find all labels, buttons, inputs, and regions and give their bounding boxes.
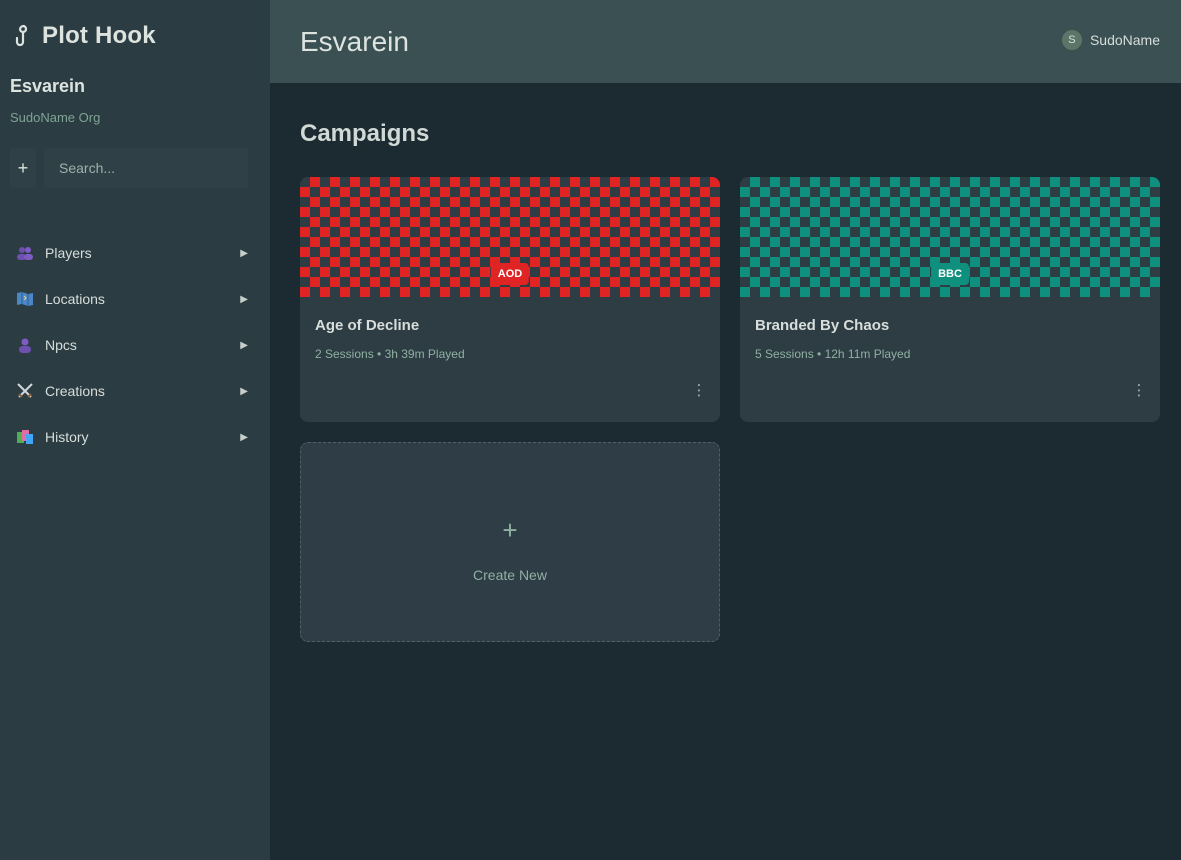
- npc-icon: [15, 335, 35, 355]
- search-input[interactable]: [44, 148, 248, 188]
- create-new-label: Create New: [473, 567, 547, 583]
- create-new-card[interactable]: + Create New: [300, 442, 720, 642]
- more-options-icon[interactable]: ⋮: [1132, 381, 1147, 399]
- avatar: S: [1061, 30, 1082, 50]
- swords-icon: [15, 381, 35, 401]
- world-name: Esvarein: [10, 76, 86, 96]
- sidebar: Plot Hook Esvarein SudoName Org + Player…: [0, 0, 270, 860]
- brand[interactable]: Plot Hook: [12, 22, 156, 50]
- sidebar-nav: Players ▶ Locations ▶ Npcs ▶ Creations ▶…: [0, 230, 270, 460]
- chevron-right-icon: ▶: [240, 385, 248, 397]
- user-menu[interactable]: S SudoName: [1061, 30, 1160, 50]
- page-title: Esvarein: [300, 26, 409, 57]
- sidebar-item-players[interactable]: Players ▶: [0, 230, 270, 276]
- sidebar-item-creations[interactable]: Creations ▶: [0, 368, 270, 414]
- players-icon: [15, 243, 35, 263]
- more-options-icon[interactable]: ⋮: [692, 381, 707, 399]
- chevron-right-icon: ▶: [240, 293, 248, 305]
- campaign-card[interactable]: AOD Age of Decline 2 Sessions • 3h 39m P…: [300, 177, 720, 422]
- search-row: +: [10, 148, 248, 188]
- sidebar-item-label: Locations: [45, 291, 105, 307]
- chevron-right-icon: ▶: [240, 247, 248, 259]
- add-button[interactable]: +: [10, 148, 36, 188]
- history-icon: [15, 427, 35, 447]
- section-title: Campaigns: [300, 120, 430, 147]
- sidebar-item-label: Npcs: [45, 337, 77, 353]
- sidebar-item-label: Creations: [45, 383, 105, 399]
- plus-icon: +: [502, 515, 518, 545]
- campaign-meta: 2 Sessions • 3h 39m Played: [315, 347, 465, 361]
- app-name: Plot Hook: [42, 22, 156, 49]
- sidebar-item-label: History: [45, 429, 89, 445]
- sidebar-item-npcs[interactable]: Npcs ▶: [0, 322, 270, 368]
- map-icon: [15, 289, 35, 309]
- chevron-right-icon: ▶: [240, 339, 248, 351]
- topbar: Esvarein S SudoName: [270, 0, 1181, 83]
- campaign-meta: 5 Sessions • 12h 11m Played: [755, 347, 911, 361]
- hook-icon: [12, 22, 34, 50]
- campaign-name: Branded By Chaos: [755, 317, 890, 334]
- sidebar-item-label: Players: [45, 245, 92, 261]
- sidebar-item-locations[interactable]: Locations ▶: [0, 276, 270, 322]
- campaign-badge: AOD: [490, 263, 530, 285]
- campaign-card[interactable]: BBC Branded By Chaos 5 Sessions • 12h 11…: [740, 177, 1160, 422]
- sidebar-item-history[interactable]: History ▶: [0, 414, 270, 460]
- org-name[interactable]: SudoName Org: [10, 110, 100, 125]
- user-name: SudoName: [1089, 32, 1160, 48]
- campaign-badge: BBC: [931, 263, 969, 285]
- campaign-name: Age of Decline: [315, 317, 420, 334]
- chevron-right-icon: ▶: [240, 431, 248, 443]
